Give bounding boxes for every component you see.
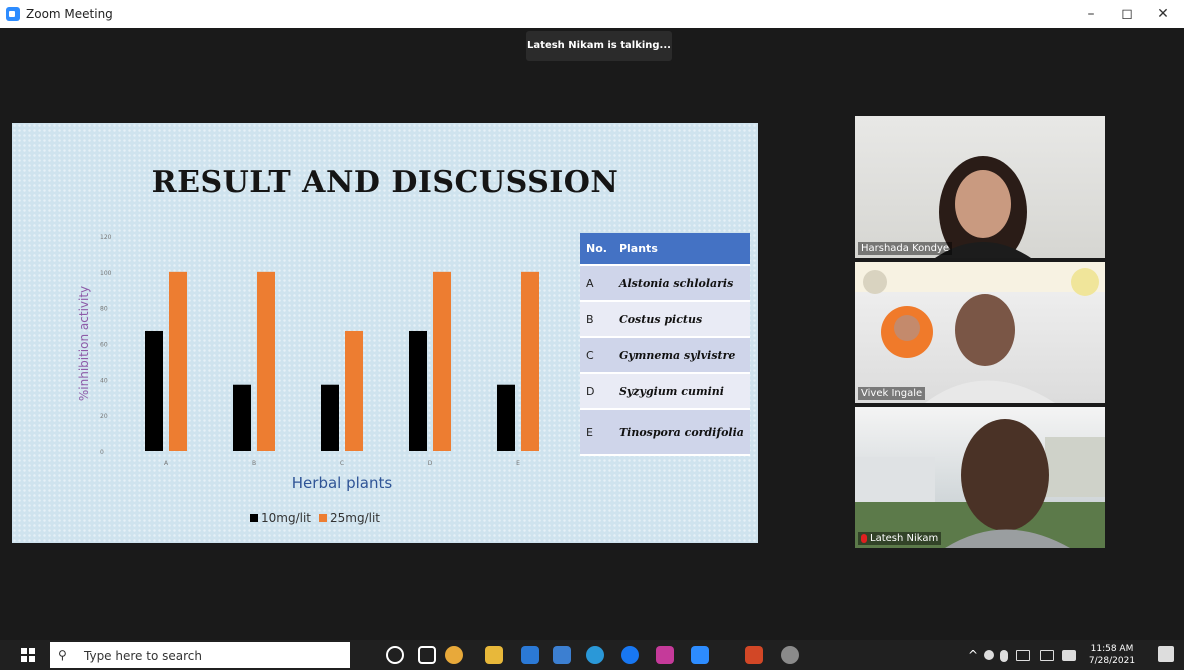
x-tick-label: A	[164, 460, 169, 467]
bar-C-0	[321, 384, 339, 451]
table-cell-plant: Syzygium cumini	[612, 373, 750, 410]
notification-center-icon[interactable]	[1158, 646, 1174, 662]
participant-video	[855, 419, 1105, 548]
legend-item: 25mg/lit	[319, 511, 380, 525]
windows-start-icon[interactable]	[21, 648, 35, 662]
talking-indicator: Latesh Nikam is talking...	[526, 31, 672, 61]
muted-mic-icon	[861, 533, 867, 543]
x-axis-label: Herbal plants	[292, 474, 393, 492]
close-button[interactable]: ✕	[1148, 4, 1178, 24]
legend-label: 10mg/lit	[261, 511, 311, 525]
file-explorer-icon[interactable]	[485, 646, 503, 664]
window-title: Zoom Meeting	[26, 7, 113, 21]
chrome-icon[interactable]	[445, 646, 463, 664]
clock-time: 11:58 AM	[1090, 644, 1134, 654]
table-row: D Syzygium cumini	[580, 373, 750, 410]
bar-B-0	[233, 384, 251, 451]
volume-icon[interactable]	[1000, 650, 1008, 662]
plants-table: No. Plants A Alstonia schlolaris B Costu…	[580, 233, 750, 456]
table-cell-plant: Alstonia schlolaris	[612, 265, 750, 302]
windows-taskbar: ⚲ Type here to search ^ 11:58 AM 7/28/20…	[0, 640, 1184, 670]
search-icon: ⚲	[58, 648, 67, 662]
participant-video-tile[interactable]: Harshada Kondye	[855, 116, 1105, 258]
participant-video-tile[interactable]: Latesh Nikam	[855, 407, 1105, 548]
x-tick-label: E	[516, 460, 520, 467]
task-view-icon[interactable]	[418, 646, 436, 664]
taskbar-clock[interactable]: 11:58 AM 7/28/2021	[1086, 643, 1138, 667]
table-cell-no: C	[580, 337, 613, 374]
zoom-app-icon	[6, 7, 20, 21]
x-tick-label: B	[252, 460, 256, 467]
shared-slide: RESULT AND DISCUSSION 0 20 40 60 80 100 120 A B C…	[12, 123, 758, 543]
bar-A-1	[169, 271, 187, 451]
instagram-icon[interactable]	[656, 646, 674, 664]
table-cell-plant: Costus pictus	[612, 301, 750, 338]
table-cell-no: B	[580, 301, 613, 338]
language-icon[interactable]	[1062, 650, 1076, 661]
bar-B-1	[257, 271, 275, 451]
x-tick-label: D	[428, 460, 433, 467]
maximize-button[interactable]: ◻	[1112, 4, 1142, 24]
participant-name: Latesh Nikam	[858, 532, 942, 545]
search-placeholder: Type here to search	[84, 649, 202, 663]
app-icon[interactable]	[781, 646, 799, 664]
x-tick-label: C	[340, 460, 344, 467]
clock-date: 7/28/2021	[1088, 656, 1136, 666]
bar-E-0	[497, 384, 515, 451]
table-row: E Tinospora cordifolia	[580, 409, 750, 456]
participant-video	[935, 156, 1031, 258]
participant-name-text: Latesh Nikam	[870, 533, 939, 544]
telegram-icon[interactable]	[586, 646, 604, 664]
y-tick-label: 80	[100, 306, 108, 313]
table-cell-no: E	[580, 409, 613, 456]
window-titlebar: Zoom Meeting – ◻ ✕	[0, 0, 1184, 28]
taskbar-search-box[interactable]: ⚲ Type here to search	[50, 642, 350, 668]
table-cell-plant: Gymnema sylvistre	[612, 337, 750, 374]
table-row: C Gymnema sylvistre	[580, 337, 750, 374]
powerpoint-icon[interactable]	[745, 646, 763, 664]
network-icon[interactable]	[984, 650, 994, 660]
y-tick-label: 120	[100, 234, 112, 241]
table-row: A Alstonia schlolaris	[580, 265, 750, 302]
chart-legend: 10mg/lit 25mg/lit	[250, 511, 380, 525]
participant-name: Harshada Kondye	[858, 242, 953, 255]
bar-D-0	[409, 330, 427, 451]
legend-swatch	[319, 514, 327, 522]
cortana-icon[interactable]	[386, 646, 404, 664]
legend-swatch	[250, 514, 258, 522]
table-cell-plant: Tinospora cordifolia	[612, 409, 750, 456]
y-axis-label: %inhibition activity	[77, 286, 91, 401]
table-header-plants: Plants	[612, 233, 750, 266]
legend-item: 10mg/lit	[250, 511, 311, 525]
table-cell-no: D	[580, 373, 613, 410]
legend-label: 25mg/lit	[330, 511, 380, 525]
table-header-no: No.	[580, 233, 613, 266]
participant-name: Vivek Ingale	[858, 387, 926, 400]
y-tick-label: 0	[100, 449, 104, 456]
bar-E-1	[521, 271, 539, 451]
y-tick-label: 40	[100, 377, 108, 384]
table-row: B Costus pictus	[580, 301, 750, 338]
y-tick-label: 100	[100, 270, 112, 277]
participant-video-tile[interactable]: Vivek Ingale	[855, 262, 1105, 403]
bar-D-1	[433, 271, 451, 451]
y-tick-label: 20	[100, 413, 108, 420]
bar-chart: 0 20 40 60 80 100 120 A B C D E Herbal plants %inhibi…	[77, 234, 539, 492]
bar-C-1	[345, 330, 363, 451]
tray-chevron-icon[interactable]: ^	[968, 648, 978, 662]
minimize-button[interactable]: –	[1076, 4, 1106, 24]
facebook-icon[interactable]	[621, 646, 639, 664]
zoom-taskbar-icon[interactable]	[691, 646, 709, 664]
display-icon[interactable]	[1016, 650, 1030, 661]
todo-icon[interactable]	[521, 646, 539, 664]
mail-icon[interactable]	[553, 646, 571, 664]
table-cell-no: A	[580, 265, 613, 302]
bar-A-0	[145, 330, 163, 451]
y-tick-label: 60	[100, 342, 108, 349]
participant-video	[855, 262, 1105, 403]
battery-icon[interactable]	[1040, 650, 1054, 661]
